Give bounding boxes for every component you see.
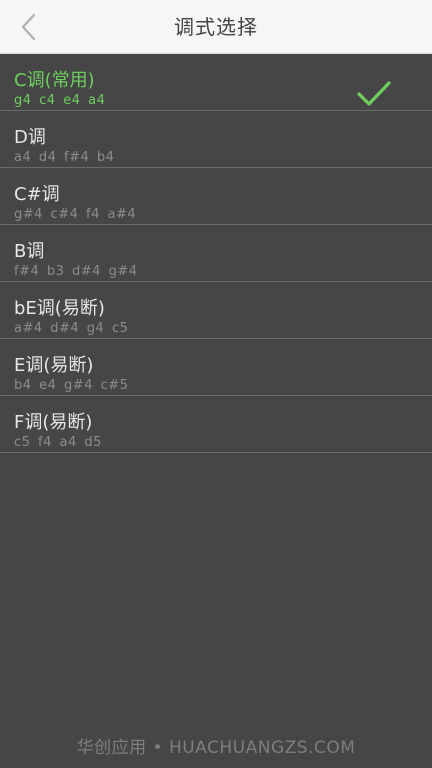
tuning-name: E调(易断) [14,355,94,376]
tuning-item-f[interactable]: F调(易断) c5 f4 a4 d5 [0,396,432,453]
tuning-item-c[interactable]: C调(常用) g4 c4 e4 a4 [0,54,432,111]
tuning-item-b[interactable]: B调 f#4 b3 d#4 g#4 [0,225,432,282]
tuning-item-e[interactable]: E调(易断) b4 e4 g#4 c#5 [0,339,432,396]
tuning-name: F调(易断) [14,412,93,433]
tuning-notes: g4 c4 e4 a4 [14,93,106,108]
tuning-notes: c5 f4 a4 d5 [14,435,102,450]
watermark: 华创应用 • HUACHUANGZS.COM [76,738,356,758]
checkmark-icon [357,81,391,106]
page-title: 调式选择 [174,15,258,39]
tuning-list: C调(常用) g4 c4 e4 a4 D调 a4 d4 f#4 b4 C#调 g… [0,54,432,453]
tuning-item-e-flat[interactable]: bE调(易断) a#4 d#4 g4 c5 [0,282,432,339]
header-bar: 调式选择 [0,0,432,54]
tuning-item-c-sharp[interactable]: C#调 g#4 c#4 f4 a#4 [0,168,432,225]
tuning-notes: a4 d4 f#4 b4 [14,150,115,165]
tuning-item-d[interactable]: D调 a4 d4 f#4 b4 [0,111,432,168]
tuning-notes: g#4 c#4 f4 a#4 [14,207,137,222]
tuning-name: C#调 [14,184,60,205]
tuning-name: D调 [14,127,46,148]
tuning-name: B调 [14,241,45,262]
tuning-name: bE调(易断) [14,298,105,319]
tuning-select-screen: 调式选择 C调(常用) g4 c4 e4 a4 D调 a4 d4 f#4 b4 … [0,0,432,768]
tuning-notes: a#4 d#4 g4 c5 [14,321,129,336]
tuning-name: C调(常用) [14,70,95,91]
tuning-notes: f#4 b3 d#4 g#4 [14,264,138,279]
tuning-notes: b4 e4 g#4 c#5 [14,378,129,393]
